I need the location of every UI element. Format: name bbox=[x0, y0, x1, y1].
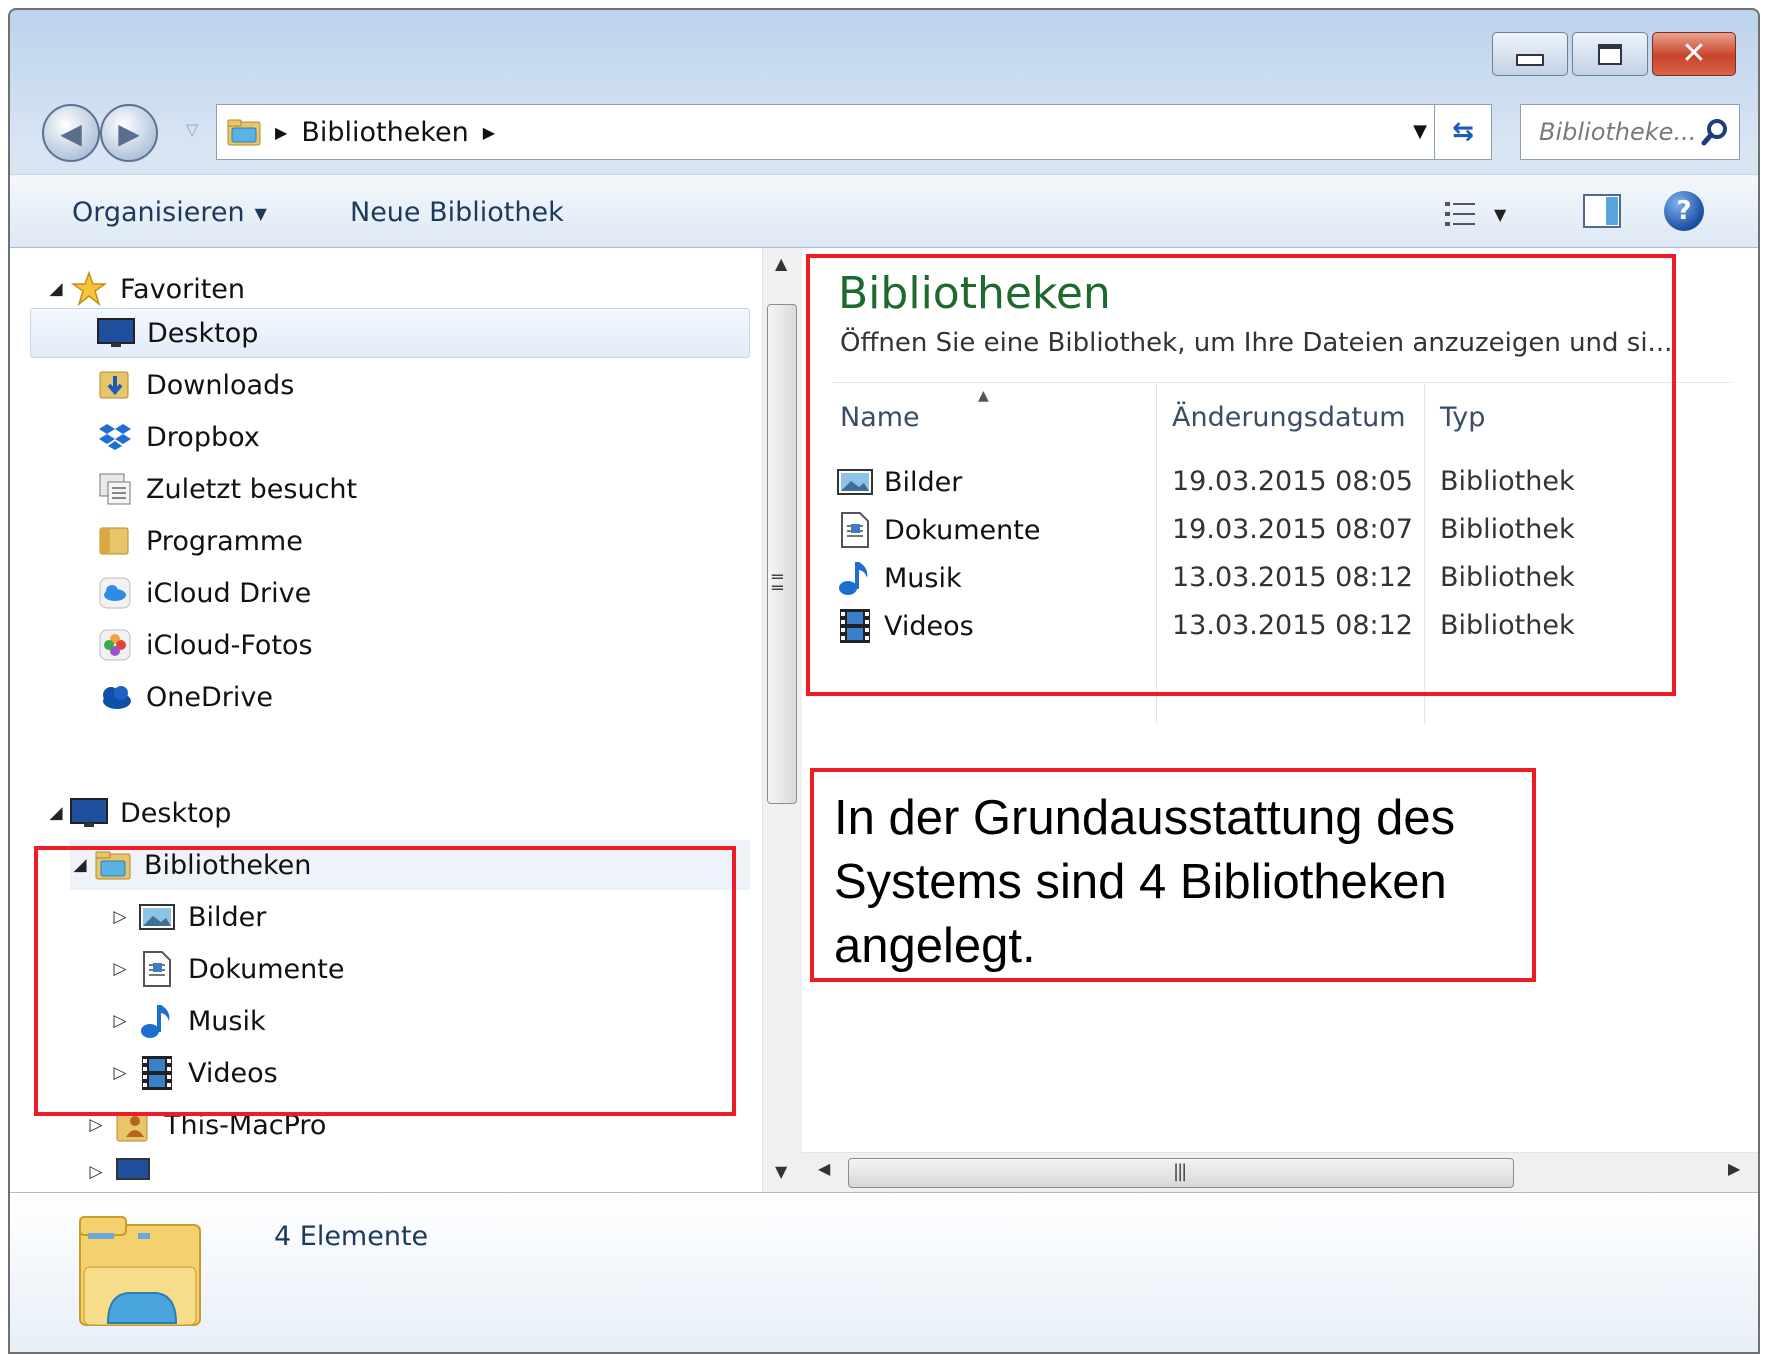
nav-item-dropbox[interactable]: Dropbox bbox=[96, 412, 260, 462]
new-library-button[interactable]: Neue Bibliothek bbox=[350, 197, 564, 228]
scrollbar-thumb[interactable] bbox=[767, 304, 797, 804]
scroll-down-icon[interactable]: ▼ bbox=[775, 1162, 787, 1181]
dropdown-arrow-icon: ▼ bbox=[254, 204, 267, 223]
nav-item-desktop[interactable]: Desktop bbox=[30, 308, 750, 358]
libraries-folder-icon bbox=[227, 119, 261, 146]
details-view-icon bbox=[1445, 202, 1475, 226]
minimize-icon bbox=[1516, 54, 1544, 66]
close-button[interactable]: ✕ bbox=[1652, 32, 1736, 76]
content-horizontal-scrollbar[interactable]: ◀ ||| ▶ bbox=[802, 1152, 1758, 1193]
details-pane: 4 Elemente bbox=[10, 1192, 1758, 1352]
forward-button[interactable]: ▶ bbox=[100, 104, 158, 162]
desktop-icon bbox=[97, 315, 135, 351]
nav-item-label: iCloud-Fotos bbox=[146, 629, 313, 661]
nav-item-label: iCloud Drive bbox=[146, 577, 312, 609]
scrollbar-grip-icon: ═ ═ bbox=[772, 567, 783, 599]
maximize-button[interactable] bbox=[1572, 32, 1648, 76]
nav-item-icloud-photos[interactable]: iCloud-Fotos bbox=[96, 620, 313, 670]
view-dropdown-icon[interactable]: ▼ bbox=[1494, 205, 1506, 224]
item-count: 4 Elemente bbox=[274, 1221, 429, 1252]
nav-item-label: Zuletzt besucht bbox=[146, 473, 358, 505]
highlight-nav-libraries bbox=[34, 846, 736, 1116]
recent-pages-dropdown[interactable]: ▽ bbox=[186, 120, 198, 139]
expand-arrow-icon[interactable]: ▷ bbox=[86, 1162, 106, 1182]
icloud-drive-icon bbox=[96, 575, 134, 611]
forward-arrow-icon: ▶ bbox=[118, 116, 140, 150]
nav-item-recent-places[interactable]: Zuletzt besucht bbox=[96, 464, 357, 514]
desktop-icon bbox=[70, 795, 108, 831]
scroll-up-icon[interactable]: ▲ bbox=[775, 254, 787, 273]
downloads-icon bbox=[96, 367, 134, 403]
maximize-icon bbox=[1598, 43, 1622, 65]
scrollbar-grip-icon: ||| bbox=[1173, 1161, 1187, 1182]
caption-buttons: ✕ bbox=[1492, 32, 1736, 76]
command-bar: Organisieren ▼ Neue Bibliothek ▼ ? bbox=[10, 174, 1758, 248]
search-icon[interactable] bbox=[1701, 118, 1729, 146]
tree-computer-partial[interactable]: ▷ bbox=[86, 1152, 164, 1192]
star-icon bbox=[70, 271, 108, 307]
navigation-row: ◀ ▶ ▽ ▶ Bibliotheken ▶ ▼ ⇆ Bibliotheke..… bbox=[32, 98, 1740, 162]
search-input[interactable]: Bibliotheke... bbox=[1539, 118, 1701, 146]
scrollbar-thumb[interactable]: ||| bbox=[848, 1158, 1514, 1188]
annotation-note: In der Grundausstattung des Systems sind… bbox=[810, 768, 1536, 982]
nav-item-label: Programme bbox=[146, 525, 303, 557]
organize-label: Organisieren bbox=[72, 197, 245, 228]
tree-favorites[interactable]: ◢ Favoriten bbox=[46, 264, 245, 314]
organize-button[interactable]: Organisieren ▼ bbox=[72, 197, 267, 228]
tree-label: Favoriten bbox=[120, 273, 246, 305]
tree-label: Desktop bbox=[120, 797, 232, 829]
highlight-content-libraries bbox=[806, 254, 1676, 696]
nav-item-label: Downloads bbox=[146, 369, 295, 401]
close-icon: ✕ bbox=[1681, 36, 1707, 71]
nav-item-onedrive[interactable]: OneDrive bbox=[96, 672, 273, 722]
address-bar[interactable]: ▶ Bibliotheken ▶ ▼ ⇆ bbox=[216, 104, 1492, 160]
collapse-arrow-icon[interactable]: ◢ bbox=[46, 803, 66, 823]
computer-icon bbox=[114, 1154, 152, 1190]
libraries-large-icon bbox=[79, 1216, 201, 1326]
search-box[interactable]: Bibliotheke... bbox=[1520, 104, 1740, 160]
back-button[interactable]: ◀ bbox=[42, 104, 100, 162]
scroll-right-icon[interactable]: ▶ bbox=[1728, 1159, 1740, 1178]
breadcrumb-libraries[interactable]: Bibliotheken bbox=[301, 117, 468, 148]
refresh-icon: ⇆ bbox=[1452, 117, 1474, 147]
dropbox-icon bbox=[96, 419, 134, 455]
folder-icon bbox=[96, 523, 134, 559]
breadcrumb-chevron-icon[interactable]: ▶ bbox=[483, 123, 495, 142]
collapse-arrow-icon[interactable]: ◢ bbox=[46, 279, 66, 299]
back-arrow-icon: ◀ bbox=[60, 116, 82, 150]
address-dropdown-icon[interactable]: ▼ bbox=[1413, 121, 1427, 142]
nav-item-programme[interactable]: Programme bbox=[96, 516, 303, 566]
new-library-label: Neue Bibliothek bbox=[350, 197, 564, 228]
nav-item-label: Desktop bbox=[147, 317, 259, 349]
help-icon[interactable]: ? bbox=[1664, 191, 1704, 231]
tree-desktop[interactable]: ◢ Desktop bbox=[46, 788, 231, 838]
refresh-button[interactable]: ⇆ bbox=[1434, 105, 1491, 159]
nav-item-label: Dropbox bbox=[146, 421, 260, 453]
change-view-button[interactable]: ▼ bbox=[1444, 197, 1526, 231]
expand-arrow-icon[interactable]: ▷ bbox=[86, 1115, 106, 1135]
nav-item-downloads[interactable]: Downloads bbox=[96, 360, 294, 410]
recent-places-icon bbox=[96, 471, 134, 507]
scroll-left-icon[interactable]: ◀ bbox=[818, 1159, 830, 1178]
onedrive-icon bbox=[96, 679, 134, 715]
minimize-button[interactable] bbox=[1492, 32, 1568, 76]
nav-pane-scrollbar[interactable]: ▲ ═ ═ ▼ bbox=[762, 248, 803, 1192]
nav-item-label: OneDrive bbox=[146, 681, 273, 713]
nav-item-icloud-drive[interactable]: iCloud Drive bbox=[96, 568, 311, 618]
preview-pane-icon[interactable] bbox=[1582, 193, 1622, 229]
breadcrumb-separator-icon: ▶ bbox=[275, 122, 288, 142]
icloud-photos-icon bbox=[96, 627, 134, 663]
